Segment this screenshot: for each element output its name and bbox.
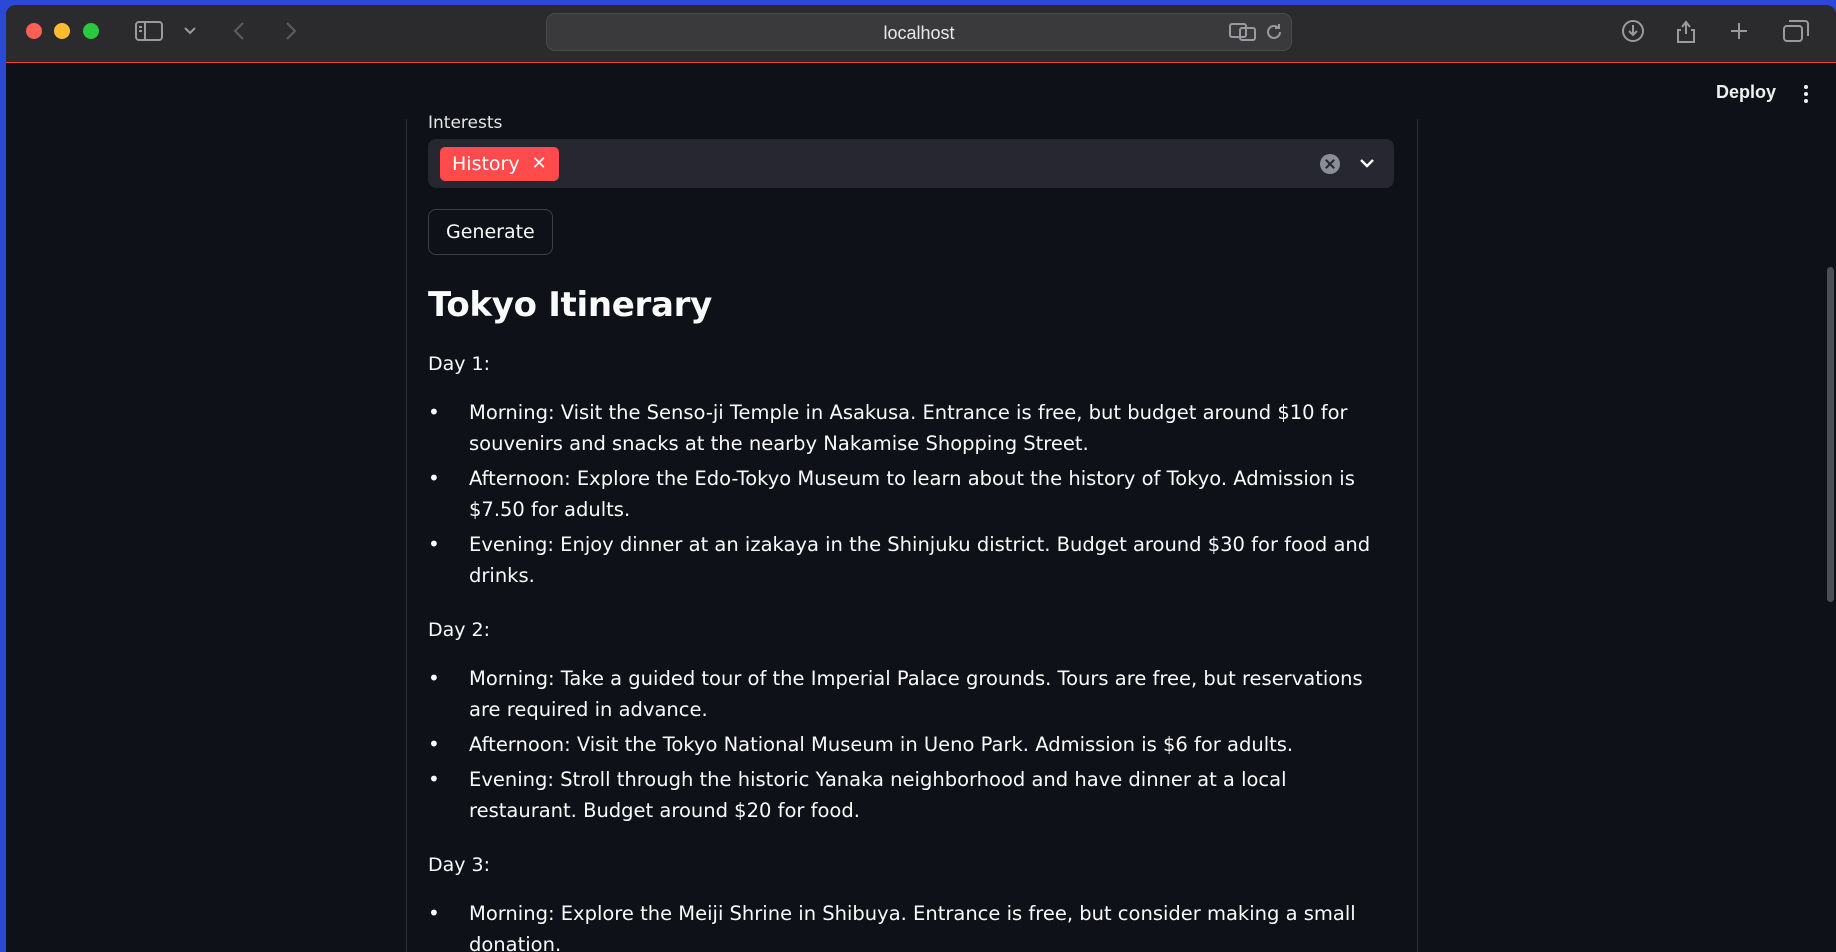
itinerary-title: Tokyo Itinerary <box>428 285 712 325</box>
day-label: Day 3: <box>428 854 491 876</box>
day-label: Day 1: <box>428 353 491 375</box>
chevron-down-icon[interactable] <box>182 19 198 43</box>
day-activity-list: Morning: Explore the Meiji Shrine in Shi… <box>428 898 1394 952</box>
url-text: localhost <box>883 23 955 43</box>
zoom-window-button[interactable] <box>83 23 99 39</box>
browser-toolbar: localhost <box>6 5 1836 63</box>
main-content: Interests History ✕ Generate Tokyo Itine… <box>428 113 1394 952</box>
tab-overview-icon[interactable] <box>1782 19 1810 43</box>
clear-all-icon[interactable] <box>1320 154 1340 174</box>
column-border-left <box>406 119 407 952</box>
generate-button[interactable]: Generate <box>428 209 553 255</box>
deploy-button[interactable]: Deploy <box>1716 82 1776 103</box>
download-icon[interactable] <box>1620 19 1646 43</box>
sidebar-toggle-icon[interactable] <box>134 19 164 43</box>
chevron-down-icon[interactable] <box>1359 153 1375 172</box>
page-scrollbar[interactable] <box>1827 267 1834 602</box>
list-item: Morning: Explore the Meiji Shrine in Shi… <box>428 898 1394 952</box>
forward-arrow-icon[interactable] <box>282 19 300 43</box>
list-item: Afternoon: Explore the Edo-Tokyo Museum … <box>428 463 1394 525</box>
remove-chip-icon[interactable]: ✕ <box>532 155 547 173</box>
interest-chip-history[interactable]: History ✕ <box>440 147 559 181</box>
list-item: Evening: Enjoy dinner at an izakaya in t… <box>428 529 1394 591</box>
column-border-right <box>1417 119 1418 952</box>
address-bar[interactable]: localhost <box>546 13 1292 51</box>
interest-chip-label: History <box>452 153 520 175</box>
day-activity-list: Morning: Visit the Senso-ji Temple in As… <box>428 397 1394 591</box>
back-arrow-icon[interactable] <box>230 19 248 43</box>
minimize-window-button[interactable] <box>54 23 70 39</box>
reload-icon[interactable] <box>1263 20 1285 44</box>
list-item: Morning: Take a guided tour of the Imper… <box>428 663 1394 725</box>
day-activity-list: Morning: Take a guided tour of the Imper… <box>428 663 1394 826</box>
list-item: Afternoon: Visit the Tokyo National Muse… <box>428 729 1394 760</box>
interests-label: Interests <box>428 113 503 133</box>
new-tab-icon[interactable] <box>1728 19 1750 43</box>
main-menu-icon[interactable] <box>1803 85 1809 105</box>
close-window-button[interactable] <box>26 23 42 39</box>
interests-multiselect[interactable]: History ✕ <box>428 139 1394 188</box>
share-icon[interactable] <box>1674 19 1698 43</box>
list-item: Morning: Visit the Senso-ji Temple in As… <box>428 397 1394 459</box>
translate-icon[interactable] <box>1229 20 1257 44</box>
list-item: Evening: Stroll through the historic Yan… <box>428 764 1394 826</box>
browser-window: localhost Deploy Interests History ✕ Gen… <box>6 5 1836 952</box>
day-label: Day 2: <box>428 619 491 641</box>
